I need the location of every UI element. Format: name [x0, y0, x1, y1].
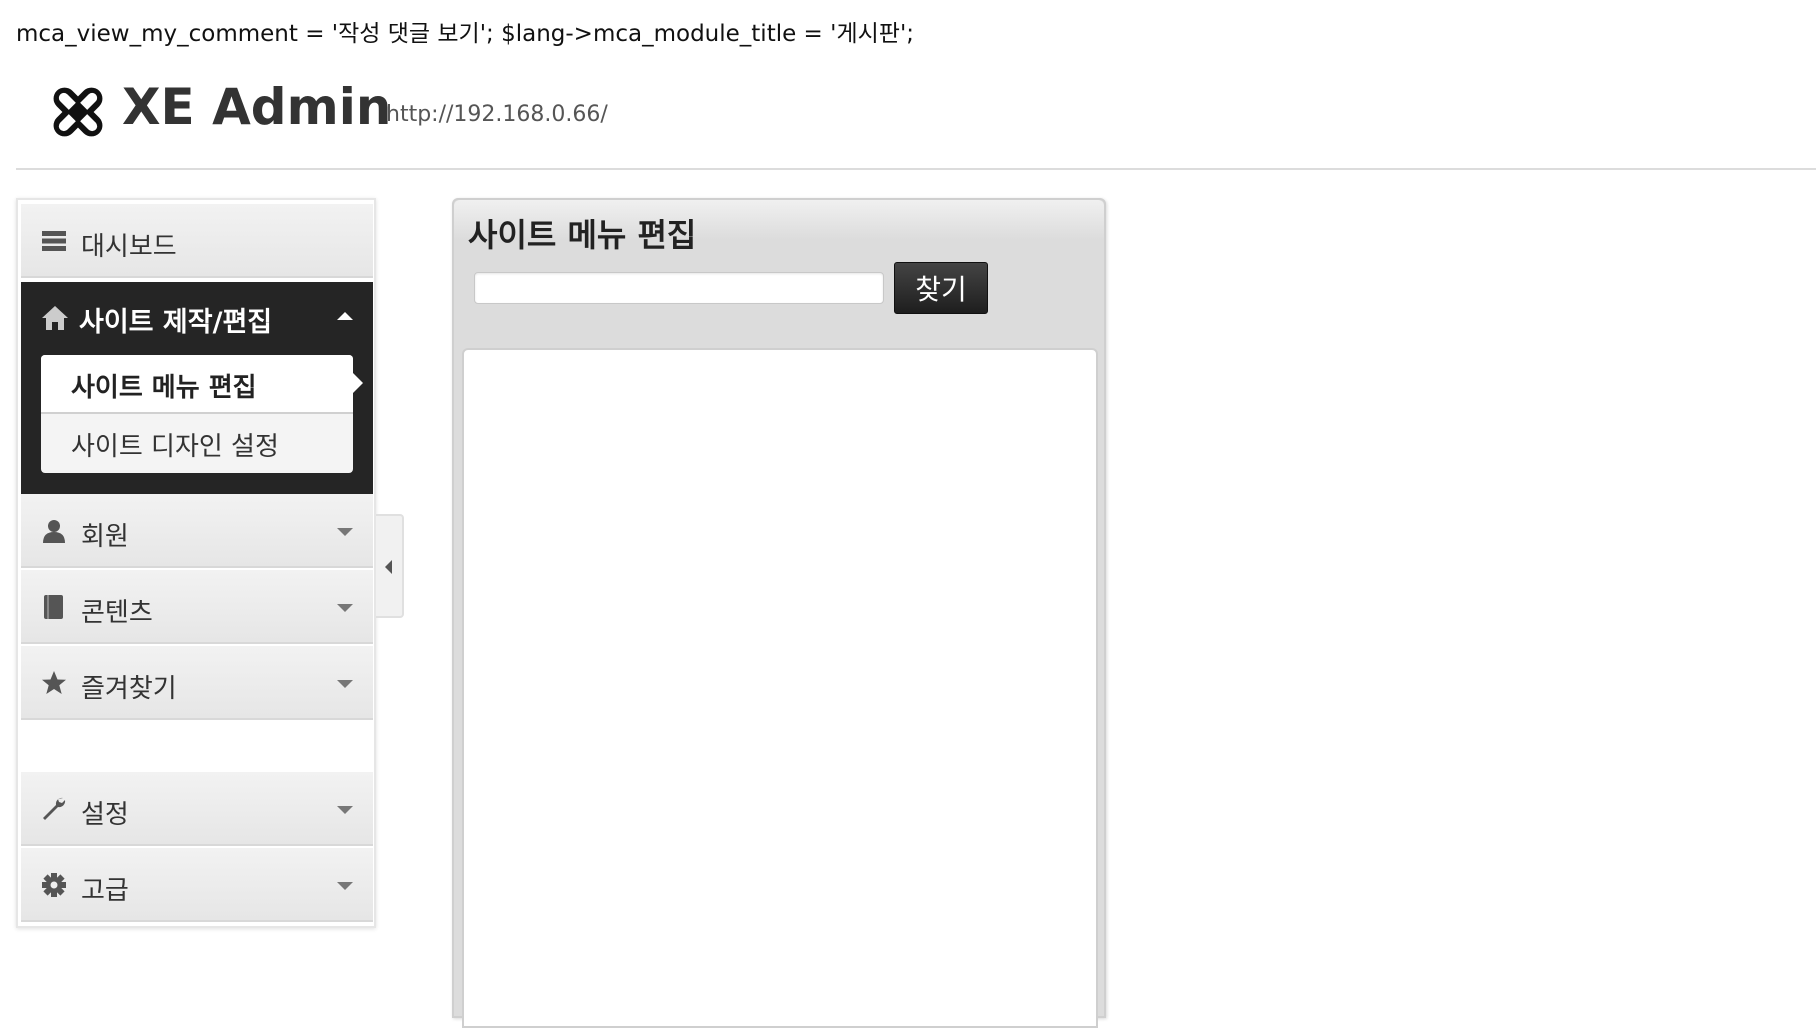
admin-header: XE Admin http://192.168.0.66/ [16, 56, 1816, 170]
debug-text: mca_view_my_comment = '작성 댓글 보기'; $lang-… [16, 21, 915, 47]
sidebar-item-label: 대시보드 [81, 232, 177, 262]
chevron-up-icon [337, 312, 353, 320]
user-icon [43, 520, 65, 543]
sidebar-item-dashboard[interactable]: 대시보드 [21, 204, 373, 278]
sidebar-item-label: 회원 [81, 522, 129, 552]
sidebar-item-advanced[interactable]: 고급 [21, 848, 373, 922]
sidebar-item-favorites[interactable]: 즐겨찾기 [21, 646, 373, 720]
xe-logo-icon[interactable] [44, 78, 112, 146]
chevron-down-icon [337, 604, 353, 612]
sidebar-item-label: 즐겨찾기 [81, 674, 177, 704]
chevron-down-icon [337, 528, 353, 536]
sidebar-item-label: 설정 [81, 800, 129, 830]
sidebar-item-label: 콘텐츠 [81, 598, 153, 628]
chevron-down-icon [337, 680, 353, 688]
wrench-icon [43, 797, 66, 820]
sidebar-item-label: 고급 [81, 876, 129, 906]
home-icon [42, 306, 68, 330]
submenu-list: 사이트 메뉴 편집 사이트 디자인 설정 [41, 355, 363, 473]
search-button[interactable]: 찾기 [894, 262, 988, 314]
sidebar-item-contents[interactable]: 콘텐츠 [21, 570, 373, 644]
chevron-down-icon [337, 882, 353, 890]
chevron-down-icon [337, 806, 353, 814]
sidebar-collapse-toggle[interactable] [376, 514, 404, 618]
sidebar-item-label: 사이트 제작/편집 [79, 307, 273, 338]
menu-tree-area[interactable] [462, 348, 1098, 1028]
logo-title[interactable]: XE Admin [122, 78, 391, 136]
list-icon [42, 231, 66, 251]
star-icon [42, 671, 66, 694]
sidebar-item-site-build[interactable]: 사이트 제작/편집 사이트 메뉴 편집 사이트 디자인 설정 [21, 282, 373, 494]
sidebar-item-settings[interactable]: 설정 [21, 772, 373, 846]
admin-sidebar: 대시보드 사이트 제작/편집 사이트 메뉴 편집 사이트 디자인 설정 회원 콘… [16, 198, 376, 928]
search-input[interactable] [474, 272, 884, 304]
sidebar-item-members[interactable]: 회원 [21, 494, 373, 568]
book-icon [44, 595, 63, 619]
page-title: 사이트 메뉴 편집 [468, 216, 697, 254]
chevron-left-icon [385, 560, 392, 574]
submenu-item-site-menu-edit[interactable]: 사이트 메뉴 편집 [41, 355, 363, 414]
gear-icon [42, 873, 66, 897]
submenu-item-site-design[interactable]: 사이트 디자인 설정 [41, 414, 353, 473]
menu-edit-panel: 사이트 메뉴 편집 찾기 [452, 198, 1106, 1028]
site-url[interactable]: http://192.168.0.66/ [386, 102, 608, 127]
